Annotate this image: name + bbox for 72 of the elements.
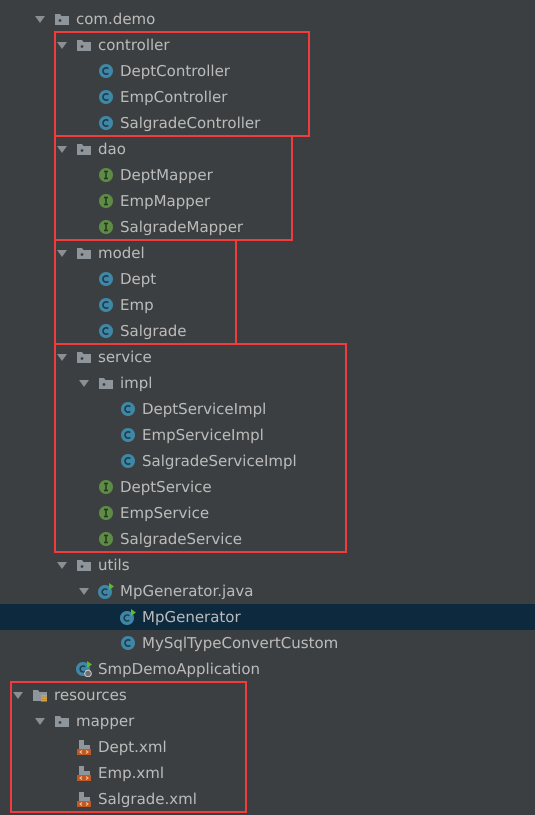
class-icon <box>120 427 136 443</box>
interface-icon <box>98 479 114 495</box>
interface-icon <box>98 531 114 547</box>
runnable-class-icon <box>120 609 136 625</box>
xml-file-icon <box>76 765 92 781</box>
collapse-arrow-icon[interactable] <box>56 351 68 363</box>
tree-item[interactable]: SmpDemoApplication <box>0 656 535 682</box>
class-icon <box>120 453 136 469</box>
folder-icon <box>76 141 92 157</box>
tree-item[interactable]: dao <box>0 136 244 162</box>
tree-item[interactable]: SalgradeService <box>0 526 297 552</box>
collapse-arrow-icon[interactable] <box>12 689 24 701</box>
tree-item[interactable]: impl <box>0 370 297 396</box>
tree-item[interactable]: DeptMapper <box>0 162 244 188</box>
folder-icon <box>98 375 114 391</box>
collapse-arrow-icon[interactable] <box>56 247 68 259</box>
tree-item[interactable]: Salgrade <box>0 318 187 344</box>
folder-icon <box>76 245 92 261</box>
class-icon <box>120 401 136 417</box>
collapse-arrow-icon[interactable] <box>34 13 46 25</box>
tree-item[interactable]: mapper <box>0 708 197 734</box>
class-icon <box>98 297 114 313</box>
tree-item[interactable]: com.demo <box>0 6 535 32</box>
folder-icon <box>76 37 92 53</box>
tree-item[interactable]: DeptServiceImpl <box>0 396 297 422</box>
tree-item[interactable]: SalgradeMapper <box>0 214 244 240</box>
tree-item[interactable]: resources <box>0 682 197 708</box>
class-icon <box>98 115 114 131</box>
tree-item[interactable]: EmpController <box>0 84 260 110</box>
class-icon <box>120 635 136 651</box>
interface-icon <box>98 219 114 235</box>
tree-item[interactable]: SalgradeController <box>0 110 260 136</box>
folder-icon <box>76 557 92 573</box>
tree-item[interactable]: Dept <box>0 266 187 292</box>
tree-item[interactable]: service <box>0 344 297 370</box>
interface-icon <box>98 193 114 209</box>
folder-icon <box>76 349 92 365</box>
runnable-class-icon <box>98 583 114 599</box>
tree-item[interactable]: Dept.xml <box>0 734 197 760</box>
tree-item[interactable]: EmpServiceImpl <box>0 422 297 448</box>
tree-item[interactable]: MySqlTypeConvertCustom <box>0 630 535 656</box>
tree-item[interactable]: Emp <box>0 292 187 318</box>
tree-item[interactable]: MpGenerator <box>0 604 535 630</box>
collapse-arrow-icon[interactable] <box>78 377 90 389</box>
xml-file-icon <box>76 739 92 755</box>
tree-item[interactable]: Salgrade.xml <box>0 786 197 812</box>
collapse-arrow-icon[interactable] <box>34 715 46 727</box>
interface-icon <box>98 505 114 521</box>
tree-item[interactable]: EmpMapper <box>0 188 244 214</box>
collapse-arrow-icon[interactable] <box>78 585 90 597</box>
tree-item[interactable]: MpGenerator.java <box>0 578 535 604</box>
folder-icon <box>32 687 48 703</box>
tree-item[interactable]: DeptController <box>0 58 260 84</box>
tree-item[interactable]: utils <box>0 552 535 578</box>
tree-item[interactable]: controller <box>0 32 260 58</box>
spring-app-icon <box>76 661 92 677</box>
tree-item[interactable]: DeptService <box>0 474 297 500</box>
class-icon <box>98 323 114 339</box>
class-icon <box>98 271 114 287</box>
collapse-arrow-icon[interactable] <box>56 143 68 155</box>
xml-file-icon <box>76 791 92 807</box>
folder-icon <box>54 713 70 729</box>
collapse-arrow-icon[interactable] <box>56 39 68 51</box>
tree-item[interactable]: model <box>0 240 187 266</box>
tree-item[interactable]: SalgradeServiceImpl <box>0 448 297 474</box>
class-icon <box>98 89 114 105</box>
tree-item[interactable]: EmpService <box>0 500 297 526</box>
collapse-arrow-icon[interactable] <box>56 559 68 571</box>
folder-icon <box>54 11 70 27</box>
tree-item[interactable]: Emp.xml <box>0 760 197 786</box>
class-icon <box>98 63 114 79</box>
interface-icon <box>98 167 114 183</box>
